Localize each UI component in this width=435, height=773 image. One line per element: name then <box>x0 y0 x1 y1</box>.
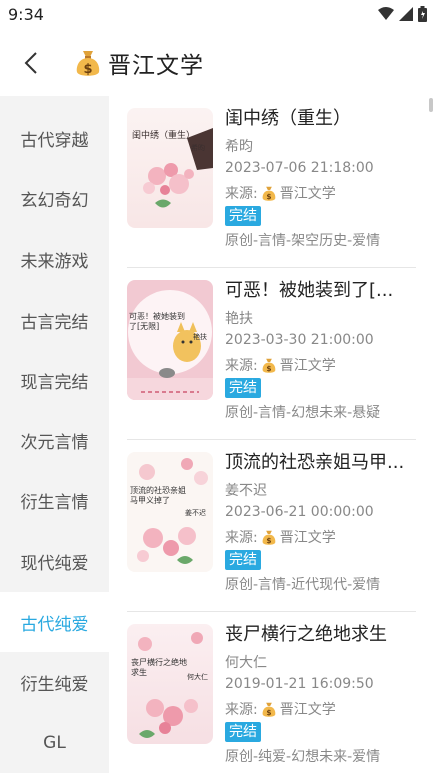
source-name: 晋江文学 <box>279 530 336 546</box>
status-badge: 完结 <box>225 550 261 570</box>
source-prefix: 来源: <box>225 530 258 546</box>
book-author: 希昀 <box>225 139 253 155</box>
list-item[interactable]: 闺中绣（重生） 希昀 闺中绣（重生） 希昀 2023-07-06 21:18:0… <box>127 96 416 268</box>
book-date: 2023-06-21 00:00:00 <box>225 504 374 520</box>
scrollbar[interactable] <box>429 98 433 112</box>
book-tags: 原创-言情-近代现代-爱情 <box>225 577 381 593</box>
book-source: 来源: $ 晋江文学 <box>225 355 415 375</box>
book-cover[interactable]: 顶流的社恐亲姐马甲义掉了 姜不迟 <box>127 452 213 572</box>
back-arrow-icon <box>24 52 37 74</box>
status-badge: 完结 <box>225 378 261 398</box>
status-badge: 完结 <box>225 722 261 742</box>
source-name: 晋江文学 <box>279 358 336 374</box>
sidebar-item-ancient-bl[interactable]: 古代纯爱 <box>0 592 109 652</box>
money-bag-icon: $ <box>262 186 276 201</box>
page-title-wrap: $ 晋江文学 <box>74 46 204 80</box>
source-prefix: 来源: <box>225 358 258 374</box>
list-item[interactable]: 可恶！被她装到了[无限] 艳扶 可恶！被她装到了[... 艳扶 2023-03-… <box>127 268 416 440</box>
sidebar-item-fantasy[interactable]: 玄幻奇幻 <box>0 168 109 228</box>
page-title: 晋江文学 <box>108 53 204 79</box>
svg-text:$: $ <box>266 364 271 373</box>
money-bag-icon: $ <box>262 530 276 545</box>
sidebar-item-future-game[interactable]: 未来游戏 <box>0 229 109 289</box>
book-author: 何大仁 <box>225 655 267 671</box>
book-tags: 原创-言情-幻想未来-悬疑 <box>225 405 381 421</box>
book-list[interactable]: 闺中绣（重生） 希昀 闺中绣（重生） 希昀 2023-07-06 21:18:0… <box>109 96 435 773</box>
cover-art-image <box>143 128 213 208</box>
book-date: 2019-01-21 16:09:50 <box>225 676 374 692</box>
book-source: 来源: $ 晋江文学 <box>225 527 415 547</box>
book-info: 闺中绣（重生） 希昀 2023-07-06 21:18:00 来源: $ 晋江文… <box>225 106 415 250</box>
cover-art-image <box>138 632 203 738</box>
wifi-icon <box>378 7 394 20</box>
book-cover[interactable]: 闺中绣（重生） 希昀 <box>127 108 213 228</box>
book-date: 2023-07-06 21:18:00 <box>225 160 374 176</box>
cover-author: 希昀 <box>191 144 205 152</box>
money-bag-icon: $ <box>262 702 276 717</box>
book-date: 2023-03-30 21:00:00 <box>225 332 374 348</box>
book-source: 来源: $ 晋江文学 <box>225 183 415 203</box>
status-badge: 完结 <box>225 206 261 226</box>
book-info: 丧尸横行之绝地求生 何大仁 2019-01-21 16:09:50 来源: $ … <box>225 622 415 766</box>
app-bar: $ 晋江文学 <box>0 30 435 96</box>
list-item[interactable]: 丧尸横行之绝地求生 何大仁 丧尸横行之绝地求生 何大仁 2019-01-21 1… <box>127 612 416 773</box>
source-name: 晋江文学 <box>279 186 336 202</box>
cover-title: 顶流的社恐亲姐马甲义掉了 <box>130 486 186 505</box>
sidebar-item-derivative-romance[interactable]: 衍生言情 <box>0 470 109 530</box>
cover-title: 闺中绣（重生） <box>132 131 196 141</box>
cover-author: 艳扶 <box>193 333 207 341</box>
status-icons <box>378 6 427 22</box>
list-item[interactable]: 顶流的社恐亲姐马甲义掉了 姜不迟 顶流的社恐亲姐马甲... 姜不迟 2023-0… <box>127 440 416 612</box>
status-bar: 9:34 <box>0 0 435 30</box>
source-prefix: 来源: <box>225 702 258 718</box>
svg-text:$: $ <box>266 192 271 201</box>
svg-text:$: $ <box>83 62 92 77</box>
book-title[interactable]: 丧尸横行之绝地求生 <box>225 622 415 648</box>
book-title[interactable]: 闺中绣（重生） <box>225 106 415 132</box>
book-tags: 原创-纯爱-幻想未来-爱情 <box>225 749 381 765</box>
book-cover[interactable]: 可恶！被她装到了[无限] 艳扶 <box>127 280 213 400</box>
cover-author: 姜不迟 <box>185 509 206 517</box>
status-time: 9:34 <box>8 5 44 24</box>
money-bag-icon: $ <box>76 51 100 77</box>
book-info: 可恶！被她装到了[... 艳扶 2023-03-30 21:00:00 来源: … <box>225 278 415 422</box>
back-button[interactable] <box>14 46 48 80</box>
sidebar-item-acg-romance[interactable]: 次元言情 <box>0 410 109 470</box>
signal-icon <box>399 7 413 21</box>
cover-title: 可恶！被她装到了[无限] <box>129 312 185 331</box>
book-title[interactable]: 顶流的社恐亲姐马甲... <box>225 450 415 476</box>
source-name: 晋江文学 <box>279 702 336 718</box>
money-bag-icon: $ <box>262 358 276 373</box>
book-cover[interactable]: 丧尸横行之绝地求生 何大仁 <box>127 624 213 744</box>
book-author: 姜不迟 <box>225 483 267 499</box>
book-title[interactable]: 可恶！被她装到了[... <box>225 278 415 304</box>
svg-text:$: $ <box>266 536 271 545</box>
svg-text:$: $ <box>266 708 271 717</box>
book-tags: 原创-言情-架空历史-爱情 <box>225 233 381 249</box>
cover-author: 何大仁 <box>187 673 208 681</box>
sidebar-item-ancient-time-travel[interactable]: 古代穿越 <box>0 108 109 168</box>
category-sidebar: 古代穿越 玄幻奇幻 未来游戏 古言完结 现言完结 次元言情 衍生言情 现代纯爱 … <box>0 96 109 773</box>
book-source: 来源: $ 晋江文学 <box>225 699 415 719</box>
sidebar-item-gl[interactable]: GL <box>0 713 109 773</box>
source-prefix: 来源: <box>225 186 258 202</box>
battery-icon <box>418 6 427 22</box>
sidebar-item-modern-bl[interactable]: 现代纯爱 <box>0 531 109 591</box>
cover-title: 丧尸横行之绝地求生 <box>131 658 187 677</box>
sidebar-item-ancient-romance-complete[interactable]: 古言完结 <box>0 290 109 350</box>
sidebar-item-derivative-bl[interactable]: 衍生纯爱 <box>0 652 109 712</box>
sidebar-item-modern-romance-complete[interactable]: 现言完结 <box>0 350 109 410</box>
book-author: 艳扶 <box>225 311 253 327</box>
book-info: 顶流的社恐亲姐马甲... 姜不迟 2023-06-21 00:00:00 来源:… <box>225 450 415 594</box>
